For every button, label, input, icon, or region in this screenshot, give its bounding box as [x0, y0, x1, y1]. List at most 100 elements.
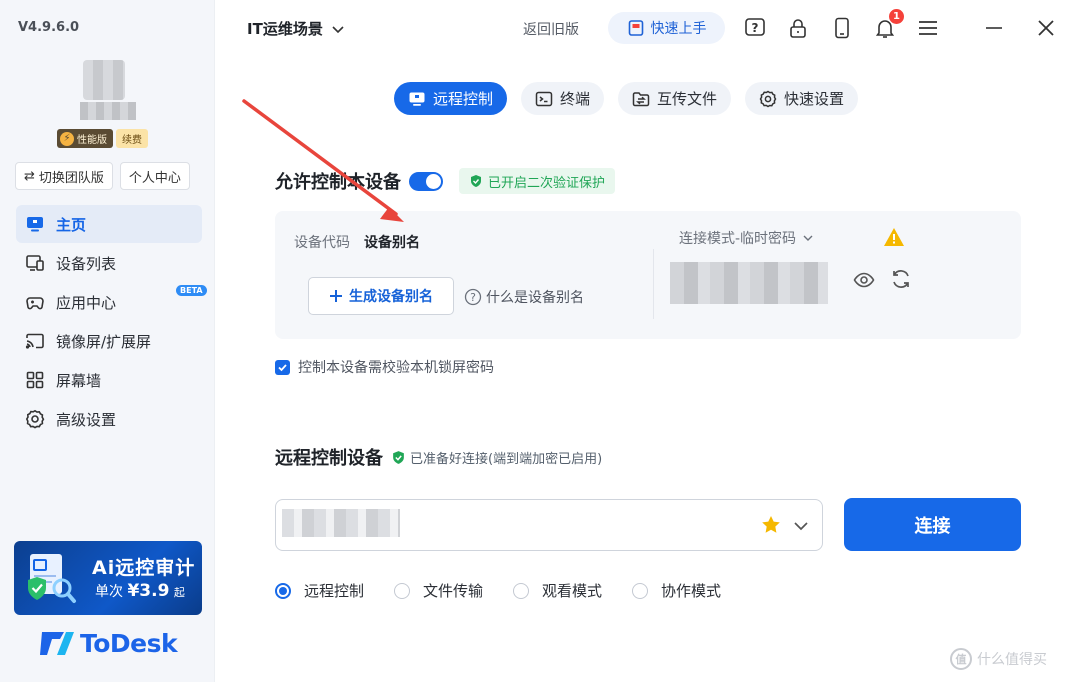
- sidebar-item-label: 屏幕墙: [56, 371, 102, 390]
- refresh-icon[interactable]: [890, 268, 912, 290]
- tab-quick-settings[interactable]: 快速设置: [745, 82, 859, 115]
- sidebar-item-screen-wall[interactable]: 屏幕墙: [16, 361, 202, 399]
- mode-view-only[interactable]: 观看模式: [513, 580, 602, 601]
- audit-document-icon: [28, 554, 76, 603]
- vip-badge[interactable]: ⚡ 性能版: [57, 129, 113, 148]
- mode-label: 观看模式: [542, 582, 603, 600]
- generate-alias-button[interactable]: 生成设备别名: [308, 277, 454, 315]
- mode-label: 协作模式: [661, 582, 722, 600]
- folder-transfer-icon: [632, 91, 650, 106]
- gear-icon: [24, 408, 46, 430]
- connection-mode-label: 连接模式-临时密码: [679, 231, 797, 247]
- promo-title-prefix: Ai: [92, 557, 116, 579]
- watermark-text: 什么值得买: [977, 652, 1047, 668]
- radio-unselected[interactable]: [632, 582, 649, 599]
- svg-text:?: ?: [752, 21, 759, 35]
- allow-control-toggle[interactable]: [409, 171, 443, 191]
- help-icon[interactable]: ?: [743, 16, 767, 40]
- top-bar: IT运维场景 返回旧版 快速上手 ? 1: [216, 0, 1080, 58]
- svg-text:?: ?: [470, 291, 476, 304]
- radio-selected[interactable]: [275, 582, 291, 599]
- mode-collaboration[interactable]: 协作模式: [632, 580, 721, 601]
- tab-terminal[interactable]: 终端: [521, 82, 605, 115]
- personal-center-label: 个人中心: [128, 170, 181, 186]
- todesk-logo-icon: [40, 632, 74, 655]
- devices-icon: [24, 252, 46, 274]
- sidebar-item-advanced-settings[interactable]: 高级设置: [16, 400, 202, 438]
- ai-audit-promo-banner[interactable]: Ai远控审计 单次 ¥3.9 起: [14, 541, 202, 615]
- tab-file-transfer[interactable]: 互传文件: [618, 82, 732, 115]
- temporary-password-blurred: [670, 262, 828, 304]
- radio-unselected[interactable]: [513, 582, 530, 599]
- remote-control-header: 远程控制设备 已准备好连接(端到端加密已启用): [275, 444, 602, 470]
- sidebar-item-label: 高级设置: [56, 410, 117, 429]
- shield-check-icon: [393, 450, 404, 464]
- mode-remote-control[interactable]: 远程控制: [275, 580, 364, 601]
- sidebar: V4.9.6.0 ⚡ 性能版 续费 ⇄ 切换团队版 个人中心 主页 设备列表 应…: [0, 0, 215, 682]
- swap-icon: ⇄: [24, 168, 35, 184]
- watermark: 值 什么值得买: [950, 648, 1047, 670]
- terminal-icon: [535, 91, 553, 106]
- tab-device-alias[interactable]: 设备别名: [364, 232, 420, 252]
- warning-icon[interactable]: [883, 227, 905, 247]
- sidebar-item-devices[interactable]: 设备列表: [16, 244, 202, 282]
- mode-file-transfer[interactable]: 文件传输: [394, 580, 483, 601]
- star-icon[interactable]: [760, 514, 782, 536]
- chevron-down-icon: [803, 235, 813, 241]
- minimize-icon[interactable]: [982, 16, 1006, 40]
- avatar[interactable]: [83, 60, 125, 100]
- account-buttons: ⇄ 切换团队版 个人中心: [15, 162, 190, 190]
- monitor-icon: [24, 213, 46, 235]
- old-version-link[interactable]: 返回旧版: [523, 19, 579, 39]
- connection-mode-dropdown[interactable]: 连接模式-临时密码: [679, 228, 814, 248]
- two-factor-badge[interactable]: 已开启二次验证保护: [459, 168, 616, 194]
- vip-badge-label: 性能版: [77, 135, 107, 146]
- mode-label: 文件传输: [423, 582, 484, 600]
- bell-icon[interactable]: 1: [873, 9, 904, 40]
- renew-badge[interactable]: 续费: [116, 129, 148, 148]
- allow-control-title: 允许控制本设备: [275, 172, 401, 193]
- card-divider: [653, 249, 654, 319]
- gamepad-icon: [24, 291, 46, 313]
- radio-unselected[interactable]: [394, 582, 411, 599]
- switch-team-button[interactable]: ⇄ 切换团队版: [15, 162, 113, 190]
- user-name-blurred: [80, 102, 136, 120]
- sidebar-item-label: 应用中心: [56, 293, 117, 312]
- tab-device-code[interactable]: 设备代码: [294, 232, 350, 252]
- close-icon[interactable]: [1034, 16, 1058, 40]
- sidebar-item-home[interactable]: 主页: [16, 205, 202, 243]
- mobile-icon[interactable]: [830, 16, 854, 40]
- what-is-alias-link[interactable]: ? 什么是设备别名: [464, 287, 584, 307]
- eye-icon[interactable]: [853, 269, 875, 291]
- renew-badge-label: 续费: [122, 135, 142, 146]
- connection-mode-radios: 远程控制 文件传输 观看模式 协作模式: [275, 580, 721, 601]
- connect-button[interactable]: 连接: [844, 498, 1021, 551]
- remote-device-id-input[interactable]: [275, 499, 823, 551]
- menu-icon[interactable]: [916, 16, 940, 40]
- sidebar-item-mirror-screen[interactable]: 镜像屏/扩展屏: [16, 322, 202, 360]
- promo-subtitle: 单次 ¥3.9 起: [95, 581, 185, 601]
- quickstart-button[interactable]: 快速上手: [608, 12, 725, 44]
- checkbox-checked[interactable]: [275, 359, 290, 375]
- tab-label: 快速设置: [784, 90, 845, 108]
- personal-center-button[interactable]: 个人中心: [119, 162, 190, 190]
- grid-icon: [24, 369, 46, 391]
- scene-selector[interactable]: IT运维场景: [247, 18, 345, 39]
- sidebar-item-app-center[interactable]: 应用中心 BETA: [16, 283, 207, 321]
- cast-icon: [24, 330, 46, 352]
- lock-screen-label: 控制本设备需校验本机锁屏密码: [298, 360, 494, 376]
- tab-remote-control[interactable]: 远程控制: [394, 82, 508, 115]
- chevron-down-icon[interactable]: [792, 517, 810, 535]
- lock-icon[interactable]: [786, 16, 810, 40]
- sidebar-item-label: 设备列表: [56, 254, 117, 273]
- ready-status-label: 已准备好连接(端到端加密已启用): [410, 451, 603, 467]
- sidebar-item-label: 主页: [56, 215, 87, 234]
- promo-title-text: 远控审计: [115, 557, 196, 579]
- lock-screen-password-checkbox[interactable]: 控制本设备需校验本机锁屏密码: [275, 357, 494, 377]
- two-factor-label: 已开启二次验证保护: [488, 175, 606, 191]
- gear-icon: [759, 90, 777, 107]
- mode-label: 远程控制: [304, 582, 365, 600]
- question-circle-icon: ?: [464, 288, 482, 306]
- account-badges: ⚡ 性能版 续费: [57, 129, 148, 148]
- device-id-blurred: [282, 509, 400, 537]
